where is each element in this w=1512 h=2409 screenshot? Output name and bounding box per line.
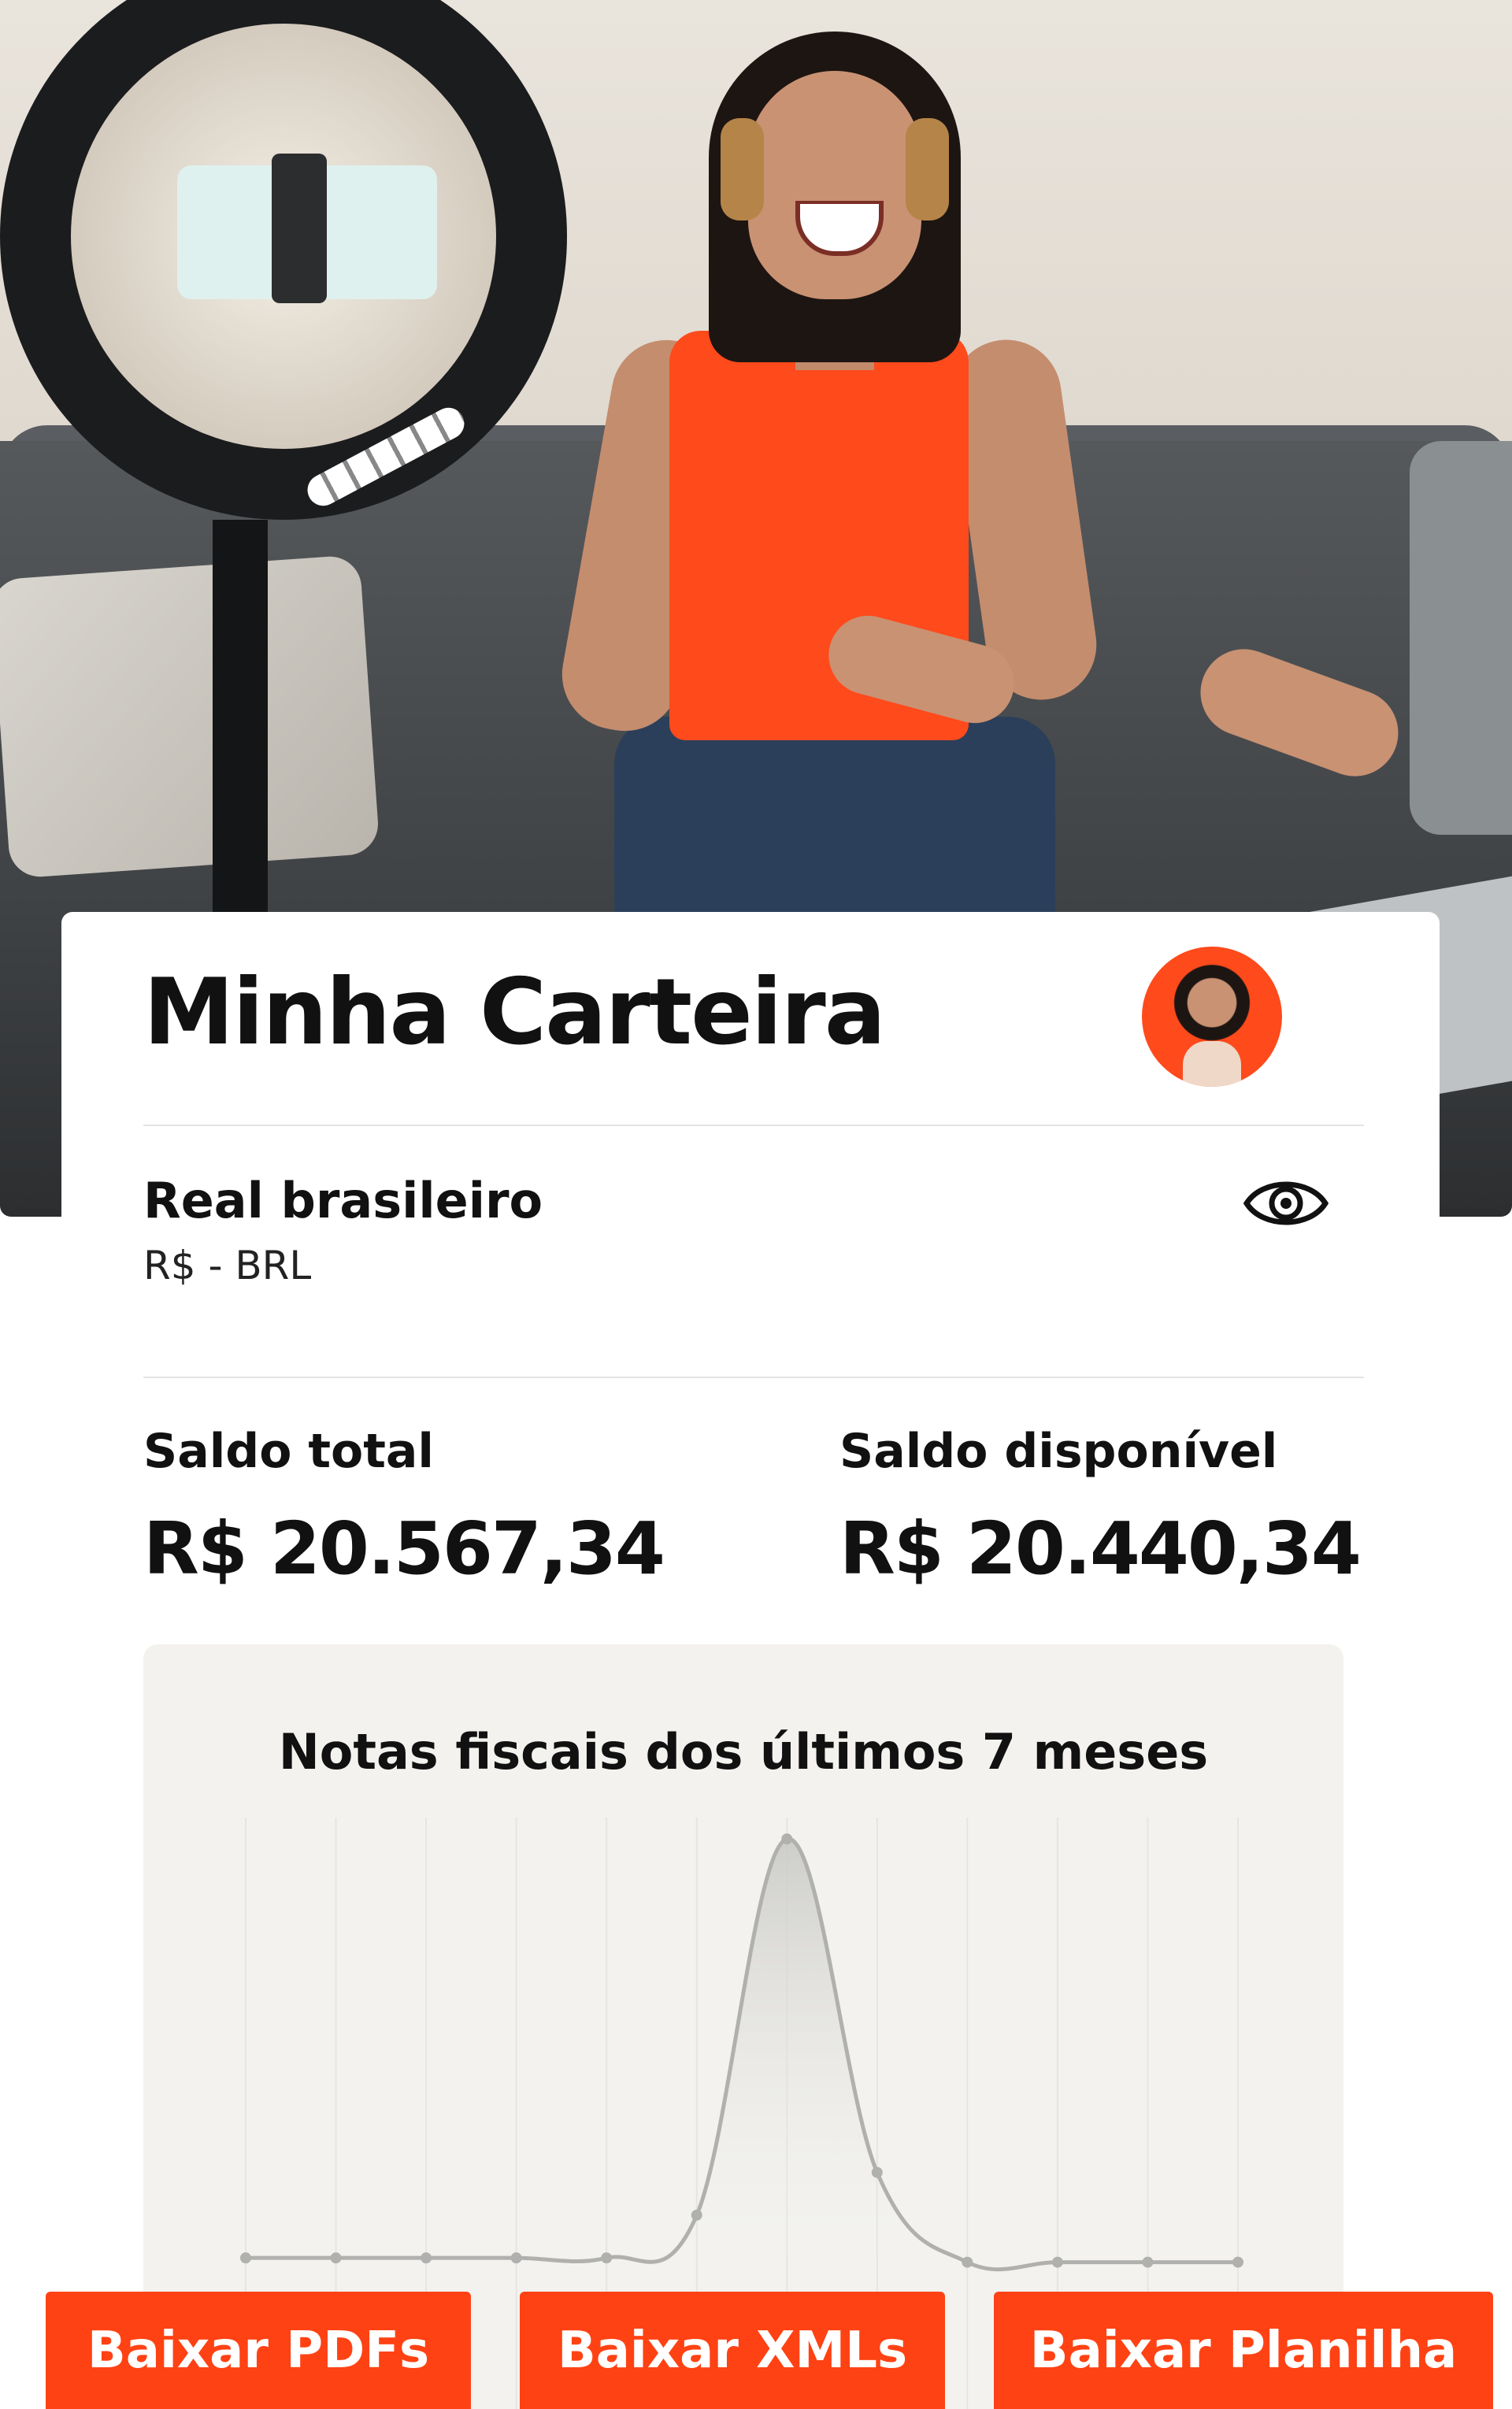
headphone-right: [906, 118, 949, 221]
headphone-left: [721, 118, 764, 221]
chart-point-4: [510, 2252, 522, 2264]
chart-point-1: [240, 2252, 251, 2264]
currency-name: Real brasileiro: [143, 1172, 543, 1229]
user-avatar[interactable]: [1142, 947, 1282, 1087]
chart-point-6: [691, 2209, 702, 2221]
chart-point-12: [1232, 2256, 1243, 2268]
chart-point-5: [601, 2252, 613, 2264]
person-face: [748, 71, 921, 299]
chart-point-11: [1142, 2256, 1154, 2268]
currency-code: R$ - BRL: [143, 1243, 312, 1288]
chart-point-2: [330, 2252, 342, 2264]
chart-point-8: [871, 2166, 883, 2178]
chart-point-7: [781, 1833, 793, 1845]
chart-point-9: [962, 2256, 973, 2268]
chart-area-fill: [246, 1838, 1238, 2270]
wallet-title: Minha Carteira: [143, 959, 886, 1066]
available-balance-label: Saldo disponível: [839, 1424, 1278, 1479]
wallet-card: Minha Carteira Real brasileiro R$ - BRL …: [61, 912, 1440, 2409]
avatar-body: [1183, 1041, 1241, 1087]
total-balance-label: Saldo total: [143, 1424, 434, 1479]
divider-middle: [143, 1377, 1364, 1378]
total-balance-value: R$ 20.567,34: [143, 1507, 665, 1591]
download-xmls-button[interactable]: Baixar XMLs: [520, 2292, 945, 2409]
download-spreadsheet-button[interactable]: Baixar Planilha: [994, 2292, 1493, 2409]
download-pdfs-button[interactable]: Baixar PDFs: [46, 2292, 471, 2409]
divider-top: [143, 1125, 1364, 1126]
pillow-left: [0, 554, 380, 879]
phone-clamp: [272, 154, 327, 303]
chart-point-10: [1051, 2256, 1063, 2268]
chart-point-3: [421, 2252, 432, 2264]
available-balance-value: R$ 20.440,34: [839, 1507, 1362, 1591]
eye-icon[interactable]: [1243, 1172, 1329, 1235]
pillow-right: [1410, 441, 1512, 835]
